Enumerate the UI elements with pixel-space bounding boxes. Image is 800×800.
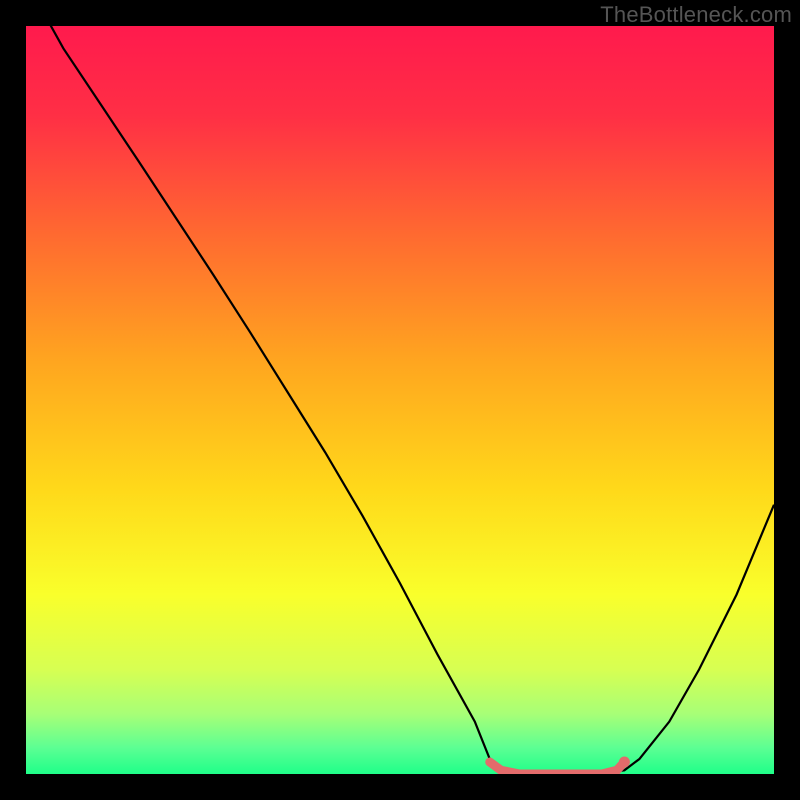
plot-area bbox=[26, 26, 774, 774]
watermark-text: TheBottleneck.com bbox=[600, 2, 792, 28]
bottleneck-curve bbox=[26, 26, 774, 774]
curves-layer bbox=[26, 26, 774, 774]
optimal-dot bbox=[619, 757, 630, 768]
chart-frame: TheBottleneck.com bbox=[0, 0, 800, 800]
optimal-range bbox=[490, 762, 625, 774]
